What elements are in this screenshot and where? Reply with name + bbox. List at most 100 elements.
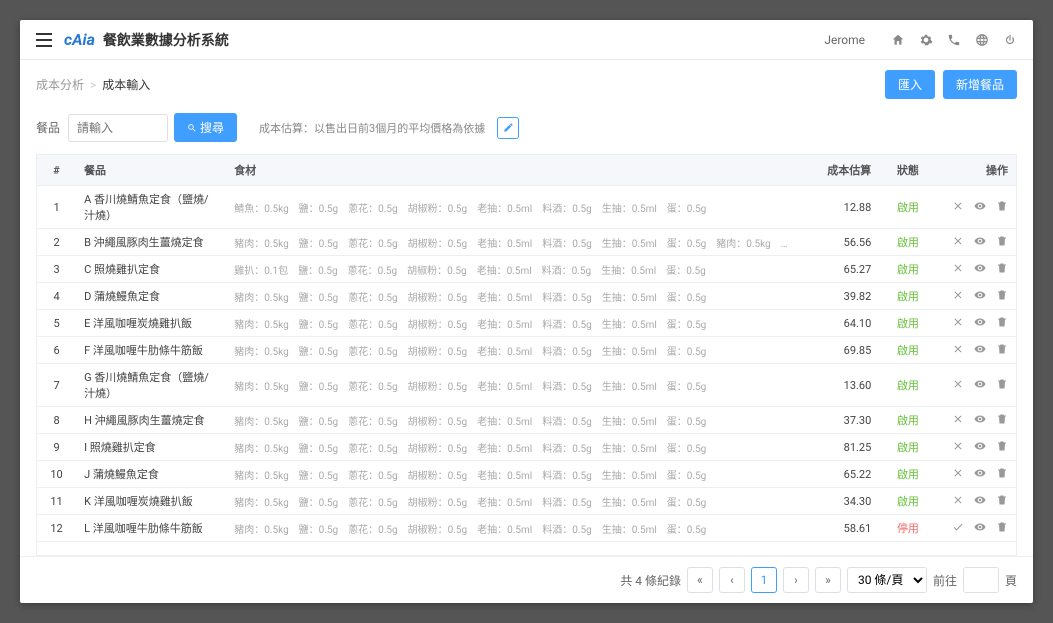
delete-icon[interactable] bbox=[996, 413, 1008, 428]
delete-icon[interactable] bbox=[996, 316, 1008, 331]
row-ingredient: 豬肉：0.5kg 鹽：0.5g 蔥花：0.5g 胡椒粉：0.5g 老抽：0.5m… bbox=[226, 407, 802, 434]
row-ingredient: 豬肉：0.5kg 鹽：0.5g 蔥花：0.5g 胡椒粉：0.5g 老抽：0.5m… bbox=[226, 461, 802, 488]
pager-page-1[interactable]: 1 bbox=[751, 567, 777, 593]
row-ops bbox=[937, 310, 1016, 337]
delete-icon[interactable] bbox=[996, 200, 1008, 215]
view-icon[interactable] bbox=[974, 200, 986, 215]
table-row: 2B 沖繩風豚肉生薑燒定食豬肉：0.5kg 鹽：0.5g 蔥花：0.5g 胡椒粉… bbox=[37, 229, 1016, 256]
row-ingredient: 雞扒：0.1包 鹽：0.5g 蔥花：0.5g 胡椒粉：0.5g 老抽：0.5ml… bbox=[226, 256, 802, 283]
pager: 共 4 條紀錄 « ‹ 1 › » 30 條/頁 前往 頁 bbox=[20, 556, 1033, 603]
delete-icon[interactable] bbox=[996, 343, 1008, 358]
row-name: H 沖繩風豚肉生薑燒定食 bbox=[76, 407, 226, 434]
row-num: 4 bbox=[37, 283, 76, 310]
delete-icon[interactable] bbox=[996, 235, 1008, 250]
gear-icon[interactable] bbox=[919, 33, 933, 47]
power-icon[interactable] bbox=[1003, 33, 1017, 47]
disable-icon[interactable] bbox=[952, 289, 964, 304]
row-status: 啟用 bbox=[879, 364, 936, 407]
row-cost: 69.85 bbox=[802, 337, 879, 364]
row-num: 7 bbox=[37, 364, 76, 407]
view-icon[interactable] bbox=[974, 521, 986, 536]
row-ingredient: 豬肉：0.5kg 鹽：0.5g 蔥花：0.5g 胡椒粉：0.5g 老抽：0.5m… bbox=[226, 229, 802, 256]
row-ingredient: 豬肉：0.5kg 鹽：0.5g 蔥花：0.5g 胡椒粉：0.5g 老抽：0.5m… bbox=[226, 488, 802, 515]
view-icon[interactable] bbox=[974, 378, 986, 393]
view-icon[interactable] bbox=[974, 413, 986, 428]
table-row: 5E 洋風咖喱炭燒雞扒飯豬肉：0.5kg 鹽：0.5g 蔥花：0.5g 胡椒粉：… bbox=[37, 310, 1016, 337]
row-cost: 56.56 bbox=[802, 229, 879, 256]
row-cost: 64.10 bbox=[802, 310, 879, 337]
pager-perpage[interactable]: 30 條/頁 bbox=[847, 567, 927, 593]
row-num: 8 bbox=[37, 407, 76, 434]
delete-icon[interactable] bbox=[996, 378, 1008, 393]
row-ops bbox=[937, 515, 1016, 542]
user-name[interactable]: Jerome bbox=[824, 33, 865, 47]
col-name: 餐品 bbox=[76, 155, 226, 186]
row-cost: 12.88 bbox=[802, 186, 879, 229]
row-ops bbox=[937, 407, 1016, 434]
view-icon[interactable] bbox=[974, 289, 986, 304]
view-icon[interactable] bbox=[974, 235, 986, 250]
data-table: # 餐品 食材 成本估算 狀態 操作 1A 香川燒鯖魚定食（鹽燒/汁燒）鯖魚：0… bbox=[37, 155, 1016, 542]
delete-icon[interactable] bbox=[996, 262, 1008, 277]
disable-icon[interactable] bbox=[952, 316, 964, 331]
disable-icon[interactable] bbox=[952, 467, 964, 482]
row-cost: 13.60 bbox=[802, 364, 879, 407]
row-status: 啟用 bbox=[879, 310, 936, 337]
delete-icon[interactable] bbox=[996, 440, 1008, 455]
view-icon[interactable] bbox=[974, 440, 986, 455]
note-edit-icon[interactable] bbox=[497, 117, 519, 139]
row-num: 12 bbox=[37, 515, 76, 542]
disable-icon[interactable] bbox=[952, 494, 964, 509]
pager-goto-input[interactable] bbox=[963, 567, 999, 593]
view-icon[interactable] bbox=[974, 494, 986, 509]
row-num: 11 bbox=[37, 488, 76, 515]
add-dish-button[interactable]: 新增餐品 bbox=[943, 70, 1017, 99]
table-row: 4D 蒲燒鰻魚定食豬肉：0.5kg 鹽：0.5g 蔥花：0.5g 胡椒粉：0.5… bbox=[37, 283, 1016, 310]
pager-last[interactable]: » bbox=[815, 567, 841, 593]
delete-icon[interactable] bbox=[996, 494, 1008, 509]
disable-icon[interactable] bbox=[952, 343, 964, 358]
pager-prev[interactable]: ‹ bbox=[719, 567, 745, 593]
disable-icon[interactable] bbox=[952, 235, 964, 250]
pager-next[interactable]: › bbox=[783, 567, 809, 593]
search-icon bbox=[187, 123, 197, 133]
row-name: C 照燒雞扒定食 bbox=[76, 256, 226, 283]
disable-icon[interactable] bbox=[952, 413, 964, 428]
delete-icon[interactable] bbox=[996, 521, 1008, 536]
row-cost: 34.30 bbox=[802, 488, 879, 515]
import-button[interactable]: 匯入 bbox=[885, 70, 935, 99]
breadcrumb-parent[interactable]: 成本分析 bbox=[36, 76, 84, 93]
globe-icon[interactable] bbox=[975, 33, 989, 47]
filter-input[interactable] bbox=[68, 114, 168, 142]
enable-icon[interactable] bbox=[952, 521, 964, 536]
col-status: 狀態 bbox=[879, 155, 936, 186]
row-name: F 洋風咖喱牛肋條牛筋飯 bbox=[76, 337, 226, 364]
row-ingredient: 豬肉：0.5kg 鹽：0.5g 蔥花：0.5g 胡椒粉：0.5g 老抽：0.5m… bbox=[226, 515, 802, 542]
pager-goto-label: 前往 bbox=[933, 572, 957, 589]
row-name: I 照燒雞扒定食 bbox=[76, 434, 226, 461]
phone-icon[interactable] bbox=[947, 33, 961, 47]
pager-first[interactable]: « bbox=[687, 567, 713, 593]
delete-icon[interactable] bbox=[996, 467, 1008, 482]
row-status: 啟用 bbox=[879, 186, 936, 229]
table-row: 6F 洋風咖喱牛肋條牛筋飯豬肉：0.5kg 鹽：0.5g 蔥花：0.5g 胡椒粉… bbox=[37, 337, 1016, 364]
row-ingredient: 鯖魚：0.5kg 鹽：0.5g 蔥花：0.5g 胡椒粉：0.5g 老抽：0.5m… bbox=[226, 186, 802, 229]
menu-toggle-icon[interactable] bbox=[36, 33, 52, 47]
disable-icon[interactable] bbox=[952, 200, 964, 215]
view-icon[interactable] bbox=[974, 343, 986, 358]
view-icon[interactable] bbox=[974, 467, 986, 482]
col-ops: 操作 bbox=[937, 155, 1016, 186]
col-ingredient: 食材 bbox=[226, 155, 802, 186]
disable-icon[interactable] bbox=[952, 440, 964, 455]
home-icon[interactable] bbox=[891, 33, 905, 47]
row-cost: 58.61 bbox=[802, 515, 879, 542]
search-button[interactable]: 搜尋 bbox=[174, 113, 237, 142]
disable-icon[interactable] bbox=[952, 262, 964, 277]
delete-icon[interactable] bbox=[996, 289, 1008, 304]
disable-icon[interactable] bbox=[952, 378, 964, 393]
row-ingredient: 豬肉：0.5kg 鹽：0.5g 蔥花：0.5g 胡椒粉：0.5g 老抽：0.5m… bbox=[226, 337, 802, 364]
view-icon[interactable] bbox=[974, 262, 986, 277]
row-status: 啟用 bbox=[879, 488, 936, 515]
view-icon[interactable] bbox=[974, 316, 986, 331]
table-wrap: # 餐品 食材 成本估算 狀態 操作 1A 香川燒鯖魚定食（鹽燒/汁燒）鯖魚：0… bbox=[20, 154, 1033, 556]
